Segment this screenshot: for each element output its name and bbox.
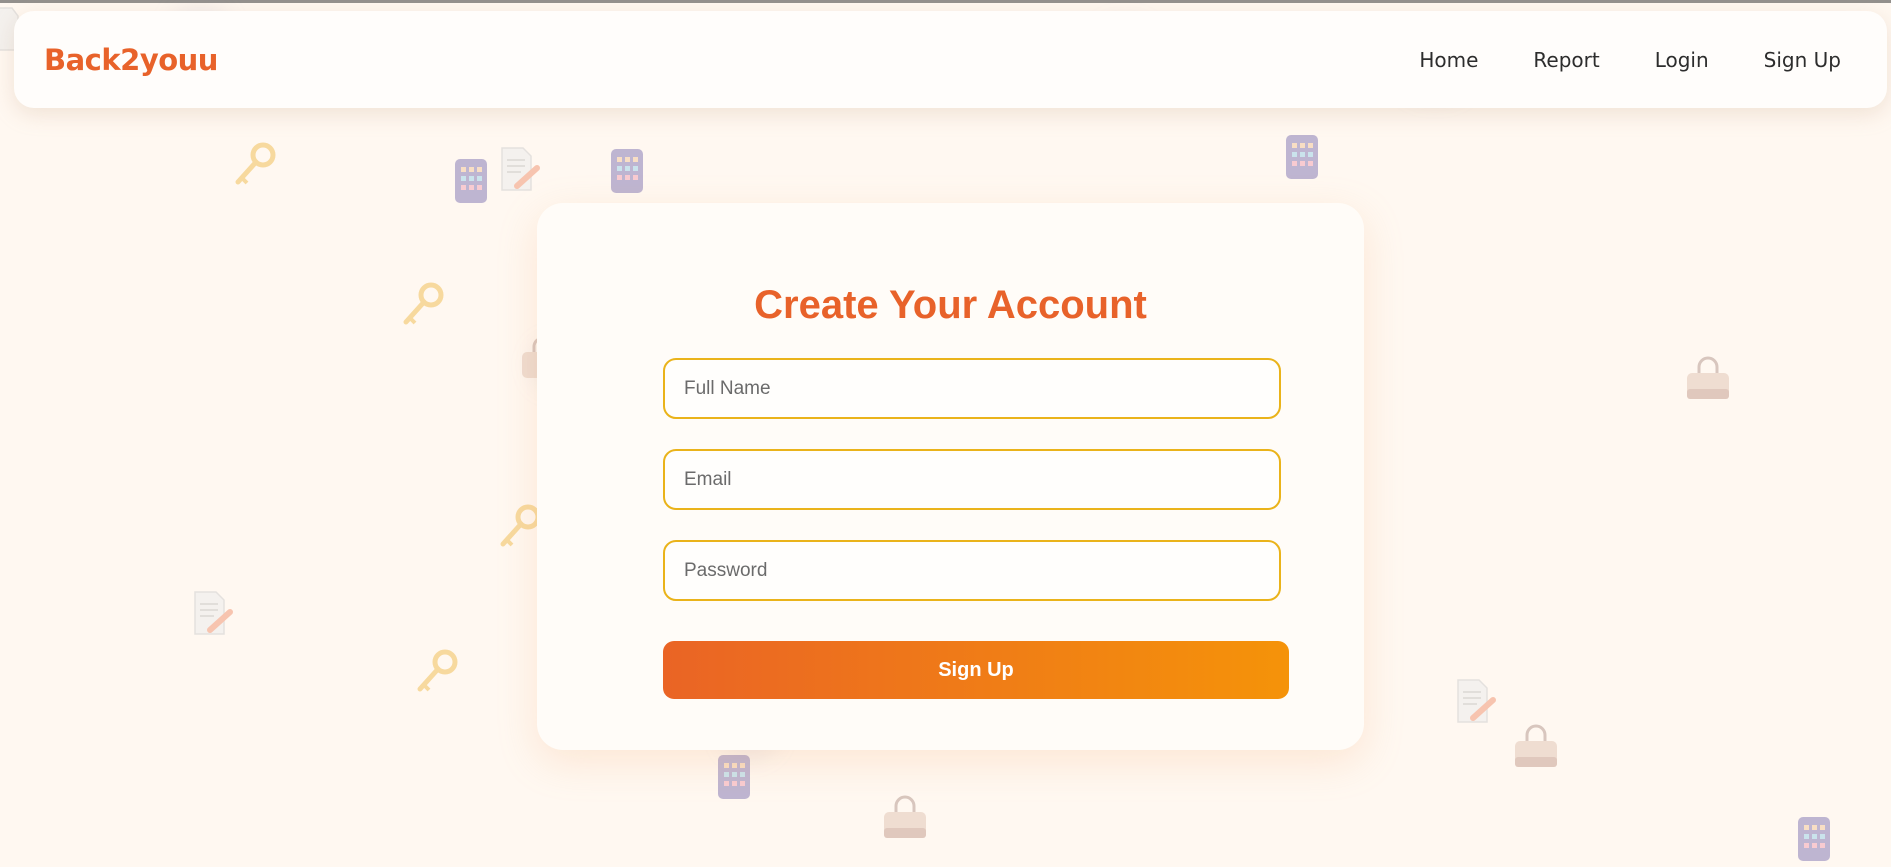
phone-icon — [1797, 816, 1831, 862]
sign-up-button[interactable]: Sign Up — [663, 641, 1289, 699]
nav-link-report[interactable]: Report — [1533, 48, 1599, 72]
bag-icon — [519, 334, 539, 382]
bag-icon — [1684, 355, 1732, 403]
phone-icon — [1285, 134, 1319, 180]
page-title: Create Your Account — [754, 283, 1147, 327]
nav-link-home[interactable]: Home — [1419, 48, 1478, 72]
phone-icon — [454, 158, 488, 204]
nav-links: Home Report Login Sign Up — [1419, 48, 1841, 72]
phone-icon — [610, 148, 644, 194]
nav-link-signup[interactable]: Sign Up — [1764, 48, 1841, 72]
document-icon — [499, 146, 541, 192]
bag-icon — [1512, 723, 1560, 771]
full-name-input[interactable] — [663, 358, 1281, 419]
top-edge-line — [0, 0, 1891, 3]
phone-icon — [717, 754, 751, 800]
brand-logo[interactable]: Back2youu — [44, 43, 218, 77]
key-icon — [400, 282, 446, 328]
document-icon — [1455, 678, 1497, 724]
email-input[interactable] — [663, 449, 1281, 510]
key-icon — [232, 142, 278, 188]
nav-link-login[interactable]: Login — [1655, 48, 1709, 72]
document-icon — [192, 590, 234, 636]
password-input[interactable] — [663, 540, 1281, 601]
bag-icon — [881, 794, 929, 842]
signup-card: Create Your Account Sign Up — [537, 203, 1364, 750]
key-icon — [414, 649, 460, 695]
navbar: Back2youu Home Report Login Sign Up — [14, 11, 1887, 108]
